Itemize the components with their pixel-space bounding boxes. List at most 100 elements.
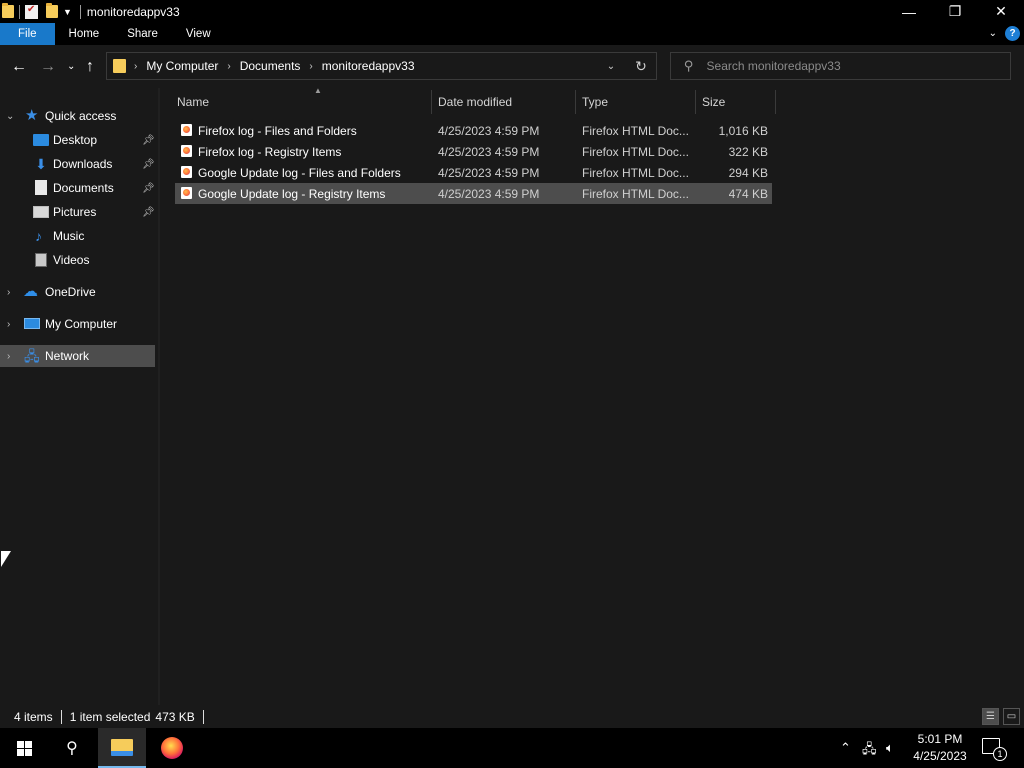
tab-view[interactable]: View [172, 23, 225, 45]
file-type: Firefox HTML Doc... [582, 187, 689, 201]
maximize-button[interactable]: ❐ [932, 0, 978, 23]
sidebar-item-onedrive[interactable]: › ☁ OneDrive [0, 281, 155, 303]
start-button[interactable] [0, 728, 48, 768]
large-icons-view-icon[interactable]: ▭ [1003, 708, 1020, 725]
sidebar-item-videos[interactable]: Videos [0, 249, 155, 271]
breadcrumb-documents[interactable]: Documents [240, 59, 301, 73]
forward-arrow-icon[interactable]: → [40, 58, 56, 76]
file-date-modified: 4/25/2023 4:59 PM [438, 166, 540, 180]
downloads-icon: ⬇ [35, 156, 47, 172]
breadcrumb-monitoredappv33[interactable]: monitoredappv33 [322, 59, 415, 73]
column-divider[interactable] [695, 90, 696, 114]
pin-icon[interactable]: 📌︎ [142, 183, 155, 194]
chevron-down-icon[interactable]: ⌄ [6, 111, 14, 122]
documents-icon [35, 180, 47, 195]
file-date-modified: 4/25/2023 4:59 PM [438, 145, 540, 159]
pictures-icon [33, 206, 49, 218]
sidebar-item-label: Pictures [53, 205, 97, 219]
column-header-size[interactable]: Size [702, 88, 774, 115]
new-folder-icon[interactable] [46, 3, 58, 18]
sort-ascending-icon: ▲ [314, 86, 322, 95]
close-button[interactable]: ✕ [978, 0, 1024, 23]
column-header-name[interactable]: Name ▲ [177, 86, 431, 115]
back-arrow-icon[interactable]: ← [11, 58, 27, 76]
show-hidden-icons-chevron-icon[interactable]: ⌃ [840, 740, 851, 756]
details-view-icon[interactable]: ☰ [982, 708, 999, 725]
ribbon-right-controls: ⌄ ? [989, 26, 1020, 41]
breadcrumb-separator-icon[interactable]: › [309, 61, 312, 72]
address-history-chevron-icon[interactable]: ⌄ [596, 61, 626, 72]
search-placeholder: Search monitoredappv33 [706, 59, 841, 73]
address-bar-controls: ⌄ ↻ [596, 53, 656, 79]
desktop-icon [33, 134, 49, 146]
music-icon: ♪ [35, 228, 42, 244]
address-bar[interactable]: › My Computer › Documents › monitoredapp… [106, 52, 657, 80]
file-name: Firefox log - Files and Folders [198, 124, 357, 138]
up-arrow-icon[interactable]: ↑ [86, 58, 94, 76]
sidebar-item-documents[interactable]: Documents 📌︎ [0, 177, 155, 199]
navigation-pane: ⌄ ★ Quick access Desktop 📌︎ ⬇ Downloads … [0, 88, 158, 705]
sidebar-item-label: Desktop [53, 133, 98, 147]
firefox-document-icon [181, 124, 192, 136]
pin-icon[interactable]: 📌︎ [142, 135, 155, 146]
tab-file[interactable]: File [0, 23, 55, 45]
file-row-selected[interactable]: Google Update log - Registry Items 4/25/… [175, 183, 772, 204]
network-status-icon[interactable]: 🖧︎ [862, 740, 877, 762]
chevron-right-icon[interactable]: › [7, 287, 10, 298]
file-row[interactable]: Firefox log - Files and Folders 4/25/202… [175, 120, 772, 141]
file-row[interactable]: Google Update log - Files and Folders 4/… [175, 162, 772, 183]
help-icon[interactable]: ? [1005, 26, 1020, 41]
recent-locations-chevron-icon[interactable]: ⌄ [67, 61, 75, 72]
sidebar-item-desktop[interactable]: Desktop 📌︎ [0, 129, 155, 151]
column-divider[interactable] [431, 90, 432, 114]
sidebar-item-my-computer[interactable]: › My Computer [0, 313, 155, 335]
sidebar-item-pictures[interactable]: Pictures 📌︎ [0, 201, 155, 223]
pin-icon[interactable]: 📌︎ [142, 207, 155, 218]
breadcrumb-separator-icon[interactable]: › [227, 61, 230, 72]
sidebar-item-network[interactable]: › 🖧︎ Network [0, 345, 155, 367]
column-header-label: Date modified [438, 94, 513, 109]
breadcrumb-my-computer[interactable]: My Computer [146, 59, 218, 73]
tab-home[interactable]: Home [55, 23, 114, 45]
sidebar-item-music[interactable]: ♪ Music [0, 225, 155, 247]
sidebar-item-downloads[interactable]: ⬇ Downloads 📌︎ [0, 153, 155, 175]
windows-logo-icon [16, 740, 32, 756]
column-header-date-modified[interactable]: Date modified [438, 88, 576, 115]
sidebar-item-quick-access[interactable]: ⌄ ★ Quick access [0, 105, 155, 127]
item-count: 4 items [14, 709, 53, 724]
selection-count: 1 item selected [69, 709, 151, 724]
taskbar-file-explorer[interactable] [98, 728, 146, 768]
system-clock[interactable]: 5:01 PM 4/25/2023 [905, 731, 975, 765]
chevron-right-icon[interactable]: › [7, 319, 10, 330]
column-divider[interactable] [575, 90, 576, 114]
expand-ribbon-chevron-icon[interactable]: ⌄ [989, 28, 997, 39]
column-header-type[interactable]: Type [582, 88, 695, 115]
taskbar-firefox[interactable] [148, 728, 196, 768]
file-name: Firefox log - Registry Items [198, 145, 342, 159]
customize-toolbar-chevron-icon[interactable]: ▼ [63, 7, 72, 17]
file-size: 294 KB [728, 166, 768, 180]
minimize-button[interactable]: — [886, 0, 932, 23]
firefox-document-icon [181, 187, 192, 199]
column-divider[interactable] [775, 90, 776, 114]
file-row[interactable]: Firefox log - Registry Items 4/25/2023 4… [175, 141, 772, 162]
column-header-label: Type [582, 94, 609, 109]
refresh-icon[interactable]: ↻ [626, 58, 656, 75]
search-icon: ⚲ [66, 740, 78, 757]
chevron-right-icon[interactable]: › [7, 351, 10, 362]
file-size: 474 KB [728, 187, 768, 201]
file-date-modified: 4/25/2023 4:59 PM [438, 187, 540, 201]
properties-icon[interactable] [25, 4, 38, 19]
pin-icon[interactable]: 📌︎ [142, 159, 155, 170]
search-input[interactable]: ⚲ Search monitoredappv33 [670, 52, 1011, 80]
volume-icon[interactable]: 🔈︎ [886, 740, 894, 756]
file-name: Google Update log - Registry Items [198, 187, 386, 201]
taskbar-search-button[interactable]: ⚲ [48, 728, 96, 768]
tab-share[interactable]: Share [113, 23, 172, 45]
breadcrumb-separator-icon[interactable]: › [134, 61, 137, 72]
clock-date: 4/25/2023 [913, 749, 967, 763]
toolbar-divider [19, 4, 20, 19]
status-divider [60, 709, 62, 724]
file-size: 1,016 KB [718, 124, 768, 138]
firefox-icon [161, 737, 183, 759]
